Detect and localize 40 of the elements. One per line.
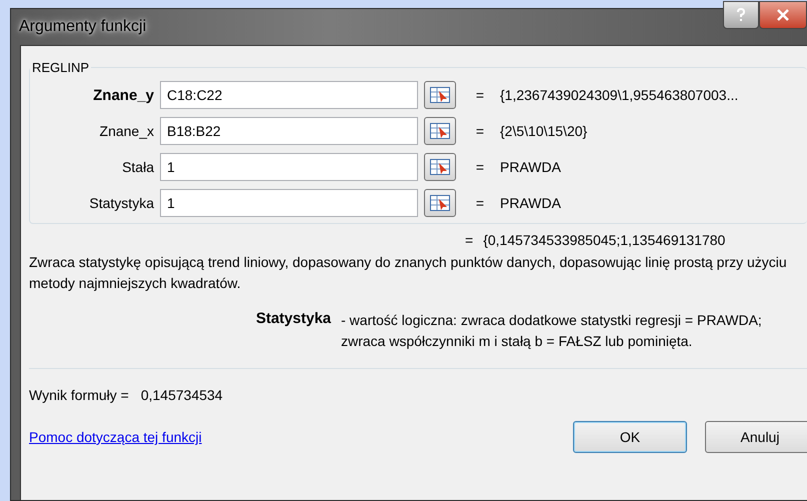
argument-field[interactable]: 1 [160, 153, 418, 181]
argument-value: PRAWDA [500, 195, 562, 211]
equals-sign: = [474, 123, 486, 139]
close-button[interactable] [759, 1, 807, 29]
formula-result-value: 0,145734534 [140, 387, 223, 403]
argument-value: {1,2367439024309\1,955463807003... [500, 87, 740, 103]
argument-field[interactable]: 1 [160, 189, 418, 217]
help-icon [736, 8, 746, 22]
range-select-icon [430, 159, 450, 175]
argument-value: PRAWDA [500, 159, 562, 175]
function-result: {0,145734533985045;1,135469131780 [483, 232, 726, 248]
function-name: REGLINP [31, 60, 90, 75]
equals-sign: = [465, 232, 474, 248]
range-select-icon [430, 123, 450, 139]
argument-label: Statystyka [88, 195, 154, 211]
range-select-button[interactable] [424, 189, 456, 217]
argument-help-text: - wartość logiczna: zwraca dodatkowe statystki regresji = PRAWDA; zwraca współczynniki m i stałą b = FAŁSZ lub pominięta. [341, 311, 763, 351]
range-select-button[interactable] [424, 153, 456, 181]
formula-result-label: Wynik formuły = [29, 387, 129, 403]
argument-label: Znane_x [98, 123, 154, 139]
ok-button[interactable]: OK [573, 421, 687, 453]
equals-sign: = [474, 159, 486, 175]
range-select-icon [430, 87, 450, 103]
help-button[interactable] [723, 1, 759, 29]
argument-value: {2\5\10\15\20} [500, 123, 588, 139]
window-title: Argumenty funkcji [19, 18, 146, 36]
close-icon [777, 9, 789, 21]
equals-sign: = [474, 87, 486, 103]
cancel-button[interactable]: Anuluj [705, 421, 807, 453]
argument-label: Stała [121, 159, 154, 175]
range-select-icon [430, 195, 450, 211]
range-select-button[interactable] [424, 117, 456, 145]
argument-label: Znane_y [92, 86, 154, 104]
function-description: Zwraca statystykę opisującą trend liniowy, dopasowany do znanych punktów danych, dopasowując linię prostą przy użyciu metody najmniejszych kwadratów. [29, 253, 788, 293]
argument-field[interactable]: C18:C22 [160, 81, 418, 109]
help-link[interactable]: Pomoc dotycząca tej funkcji [29, 429, 202, 445]
argument-help-name: Statystyka [254, 310, 331, 329]
range-select-button[interactable] [424, 81, 456, 109]
argument-field[interactable]: B18:B22 [160, 117, 418, 145]
equals-sign: = [474, 195, 486, 211]
